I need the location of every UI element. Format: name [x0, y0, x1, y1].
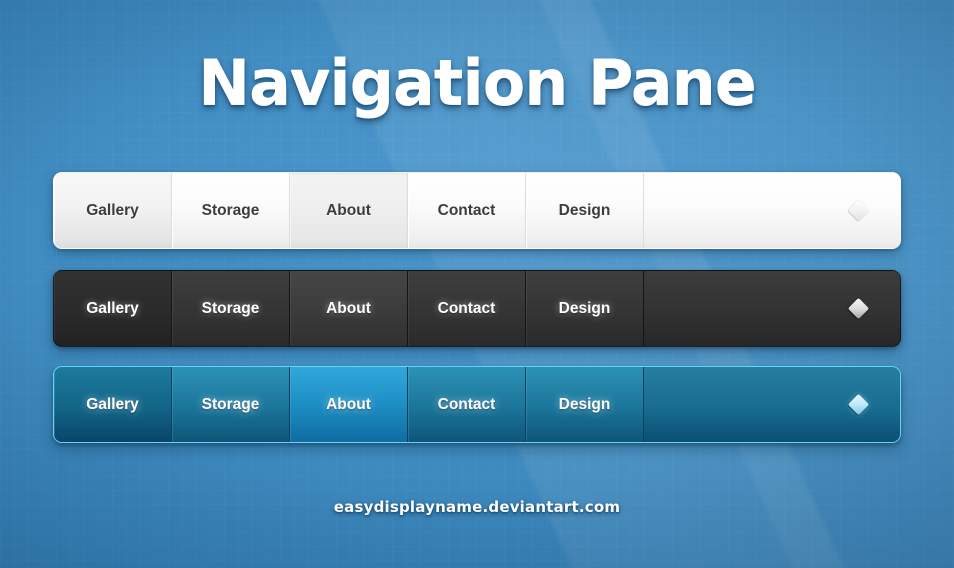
nav-item-gallery[interactable]: Gallery [54, 173, 172, 248]
nav-item-label: Gallery [86, 395, 139, 413]
nav-item-about[interactable]: About [290, 173, 408, 248]
nav-item-about[interactable]: About [290, 367, 408, 442]
page-title: Navigation Pane [198, 46, 757, 119]
nav-item-contact[interactable]: Contact [408, 271, 526, 346]
nav-item-contact[interactable]: Contact [408, 367, 526, 442]
nav-item-label: Contact [437, 395, 496, 413]
nav-item-label: Storage [201, 201, 260, 219]
nav-item-label: Contact [437, 201, 496, 219]
nav-item-label: Design [558, 299, 611, 317]
navbar-filler [644, 367, 900, 442]
nav-item-label: Storage [201, 395, 260, 413]
nav-item-storage[interactable]: Storage [172, 173, 290, 248]
nav-item-design[interactable]: Design [526, 271, 644, 346]
nav-item-label: Gallery [86, 299, 139, 317]
nav-item-storage[interactable]: Storage [172, 271, 290, 346]
nav-item-design[interactable]: Design [526, 367, 644, 442]
footer-caption: easydisplayname.deviantart.com [333, 498, 621, 516]
nav-item-gallery[interactable]: Gallery [54, 367, 172, 442]
diamond-icon[interactable] [847, 199, 870, 222]
nav-item-label: Storage [201, 299, 260, 317]
nav-item-label: Design [558, 395, 611, 413]
nav-item-gallery[interactable]: Gallery [54, 271, 172, 346]
navbar-filler [644, 173, 900, 248]
nav-item-design[interactable]: Design [526, 173, 644, 248]
navbar-light: Gallery Storage About Contact Design [53, 172, 901, 249]
nav-item-contact[interactable]: Contact [408, 173, 526, 248]
nav-item-storage[interactable]: Storage [172, 367, 290, 442]
nav-item-label: About [326, 201, 371, 219]
navbar-blue: Gallery Storage About Contact Design [53, 366, 901, 443]
nav-item-label: Gallery [86, 201, 139, 219]
nav-item-about[interactable]: About [290, 271, 408, 346]
nav-item-label: Contact [437, 299, 496, 317]
navbar-dark: Gallery Storage About Contact Design [53, 270, 901, 347]
nav-item-label: Design [558, 201, 611, 219]
nav-item-label: About [326, 395, 371, 413]
diamond-icon[interactable] [847, 393, 870, 416]
nav-item-label: About [326, 299, 371, 317]
navbar-filler [644, 271, 900, 346]
diamond-icon[interactable] [847, 297, 870, 320]
